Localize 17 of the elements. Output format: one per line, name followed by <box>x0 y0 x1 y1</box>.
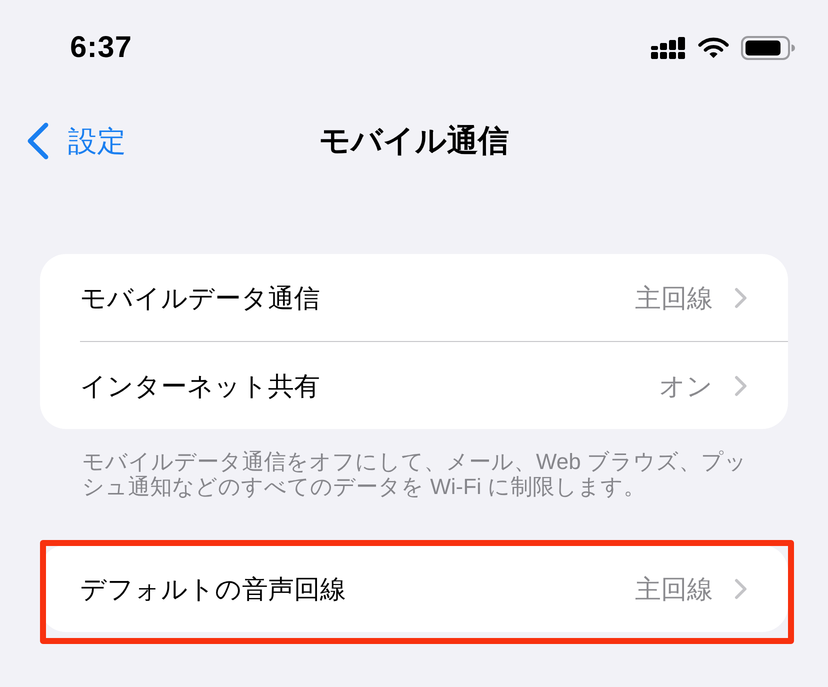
back-button[interactable]: 設定 <box>26 122 126 160</box>
battery-icon <box>741 36 795 60</box>
nav-title: モバイル通信 <box>319 124 509 156</box>
chevron-left-icon <box>26 122 50 160</box>
row-value: 主回線 <box>635 284 713 310</box>
wifi-icon <box>698 37 729 59</box>
row-value: 主回線 <box>635 576 713 602</box>
chevron-right-icon <box>734 578 748 600</box>
chevron-right-icon <box>734 374 748 396</box>
signal-icon <box>651 37 686 59</box>
row-label[interactable]: インターネット共有 <box>80 372 659 398</box>
row-label[interactable]: モバイルデータ通信 <box>80 284 635 310</box>
row-value: オン <box>659 372 713 398</box>
section-footer-text: モバイルデータ通信をオフにして、メール、Web ブラウズ、プッシュ通知などのすべてのデータを Wi-Fi に制限します。 <box>82 449 748 499</box>
status-time: 6:37 <box>70 33 132 63</box>
row-label[interactable]: デフォルトの音声回線 <box>80 576 635 602</box>
chevron-right-icon <box>734 286 748 308</box>
